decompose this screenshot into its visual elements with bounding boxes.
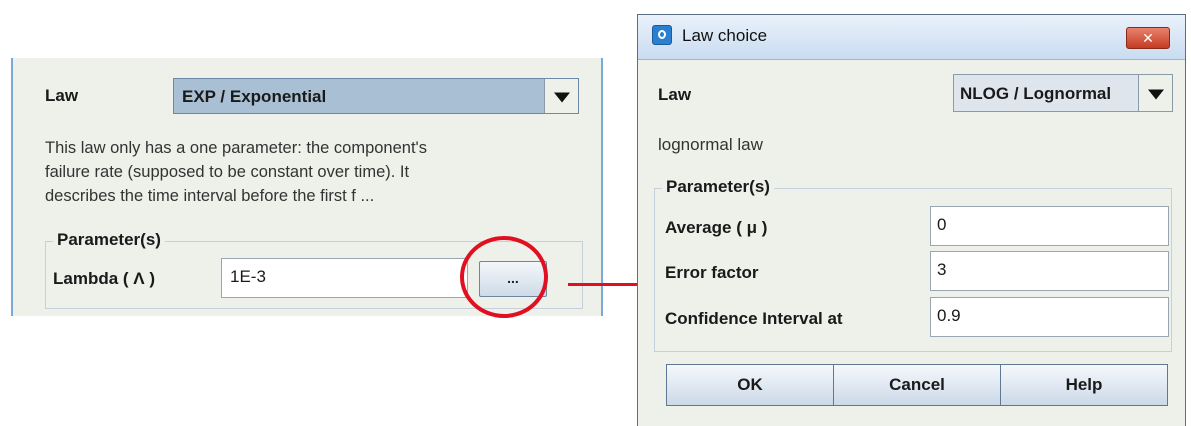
law-label: Law xyxy=(45,86,79,105)
law-select[interactable]: EXP / Exponential xyxy=(173,78,579,114)
lambda-input[interactable]: 1E-3 xyxy=(221,258,468,298)
law-label: Law xyxy=(658,85,692,104)
law-choice-dialog: Law choice ✕ Law NLOG / Lognormal lognor… xyxy=(637,14,1186,426)
law-select-value: EXP / Exponential xyxy=(182,87,327,106)
cancel-button[interactable]: Cancel xyxy=(833,364,1001,406)
law-select-value: NLOG / Lognormal xyxy=(960,84,1112,103)
law-description: lognormal law xyxy=(658,135,763,154)
error-factor-label: Error factor xyxy=(665,263,759,282)
description-line: This law only has a one parameter: the c… xyxy=(45,139,427,157)
average-input[interactable]: 0 xyxy=(930,206,1169,246)
confidence-interval-input[interactable]: 0.9 xyxy=(930,297,1169,337)
app-icon xyxy=(652,25,672,45)
law-description: This law only has a one parameter: the c… xyxy=(45,136,565,208)
parameters-title: Parameter(s) xyxy=(53,230,165,250)
close-button[interactable]: ✕ xyxy=(1126,27,1170,49)
average-label: Average ( μ ) xyxy=(665,218,768,237)
description-line: failure rate (supposed to be constant ov… xyxy=(45,163,410,181)
law-select[interactable]: NLOG / Lognormal xyxy=(953,74,1173,112)
error-factor-input[interactable]: 3 xyxy=(930,251,1169,291)
help-button[interactable]: Help xyxy=(1000,364,1168,406)
dialog-title-bar[interactable]: Law choice ✕ xyxy=(638,15,1185,60)
chevron-down-icon[interactable] xyxy=(544,79,578,113)
lambda-label: Lambda ( Λ ) xyxy=(53,269,156,288)
confidence-interval-label: Confidence Interval at xyxy=(665,309,843,328)
highlight-circle xyxy=(460,236,548,318)
arrow-line xyxy=(568,283,648,286)
ok-button[interactable]: OK xyxy=(666,364,834,406)
description-line: describes the time interval before the f… xyxy=(45,187,375,205)
parameters-title: Parameter(s) xyxy=(662,177,774,197)
chevron-down-icon[interactable] xyxy=(1138,75,1172,111)
dialog-title: Law choice xyxy=(682,26,768,45)
